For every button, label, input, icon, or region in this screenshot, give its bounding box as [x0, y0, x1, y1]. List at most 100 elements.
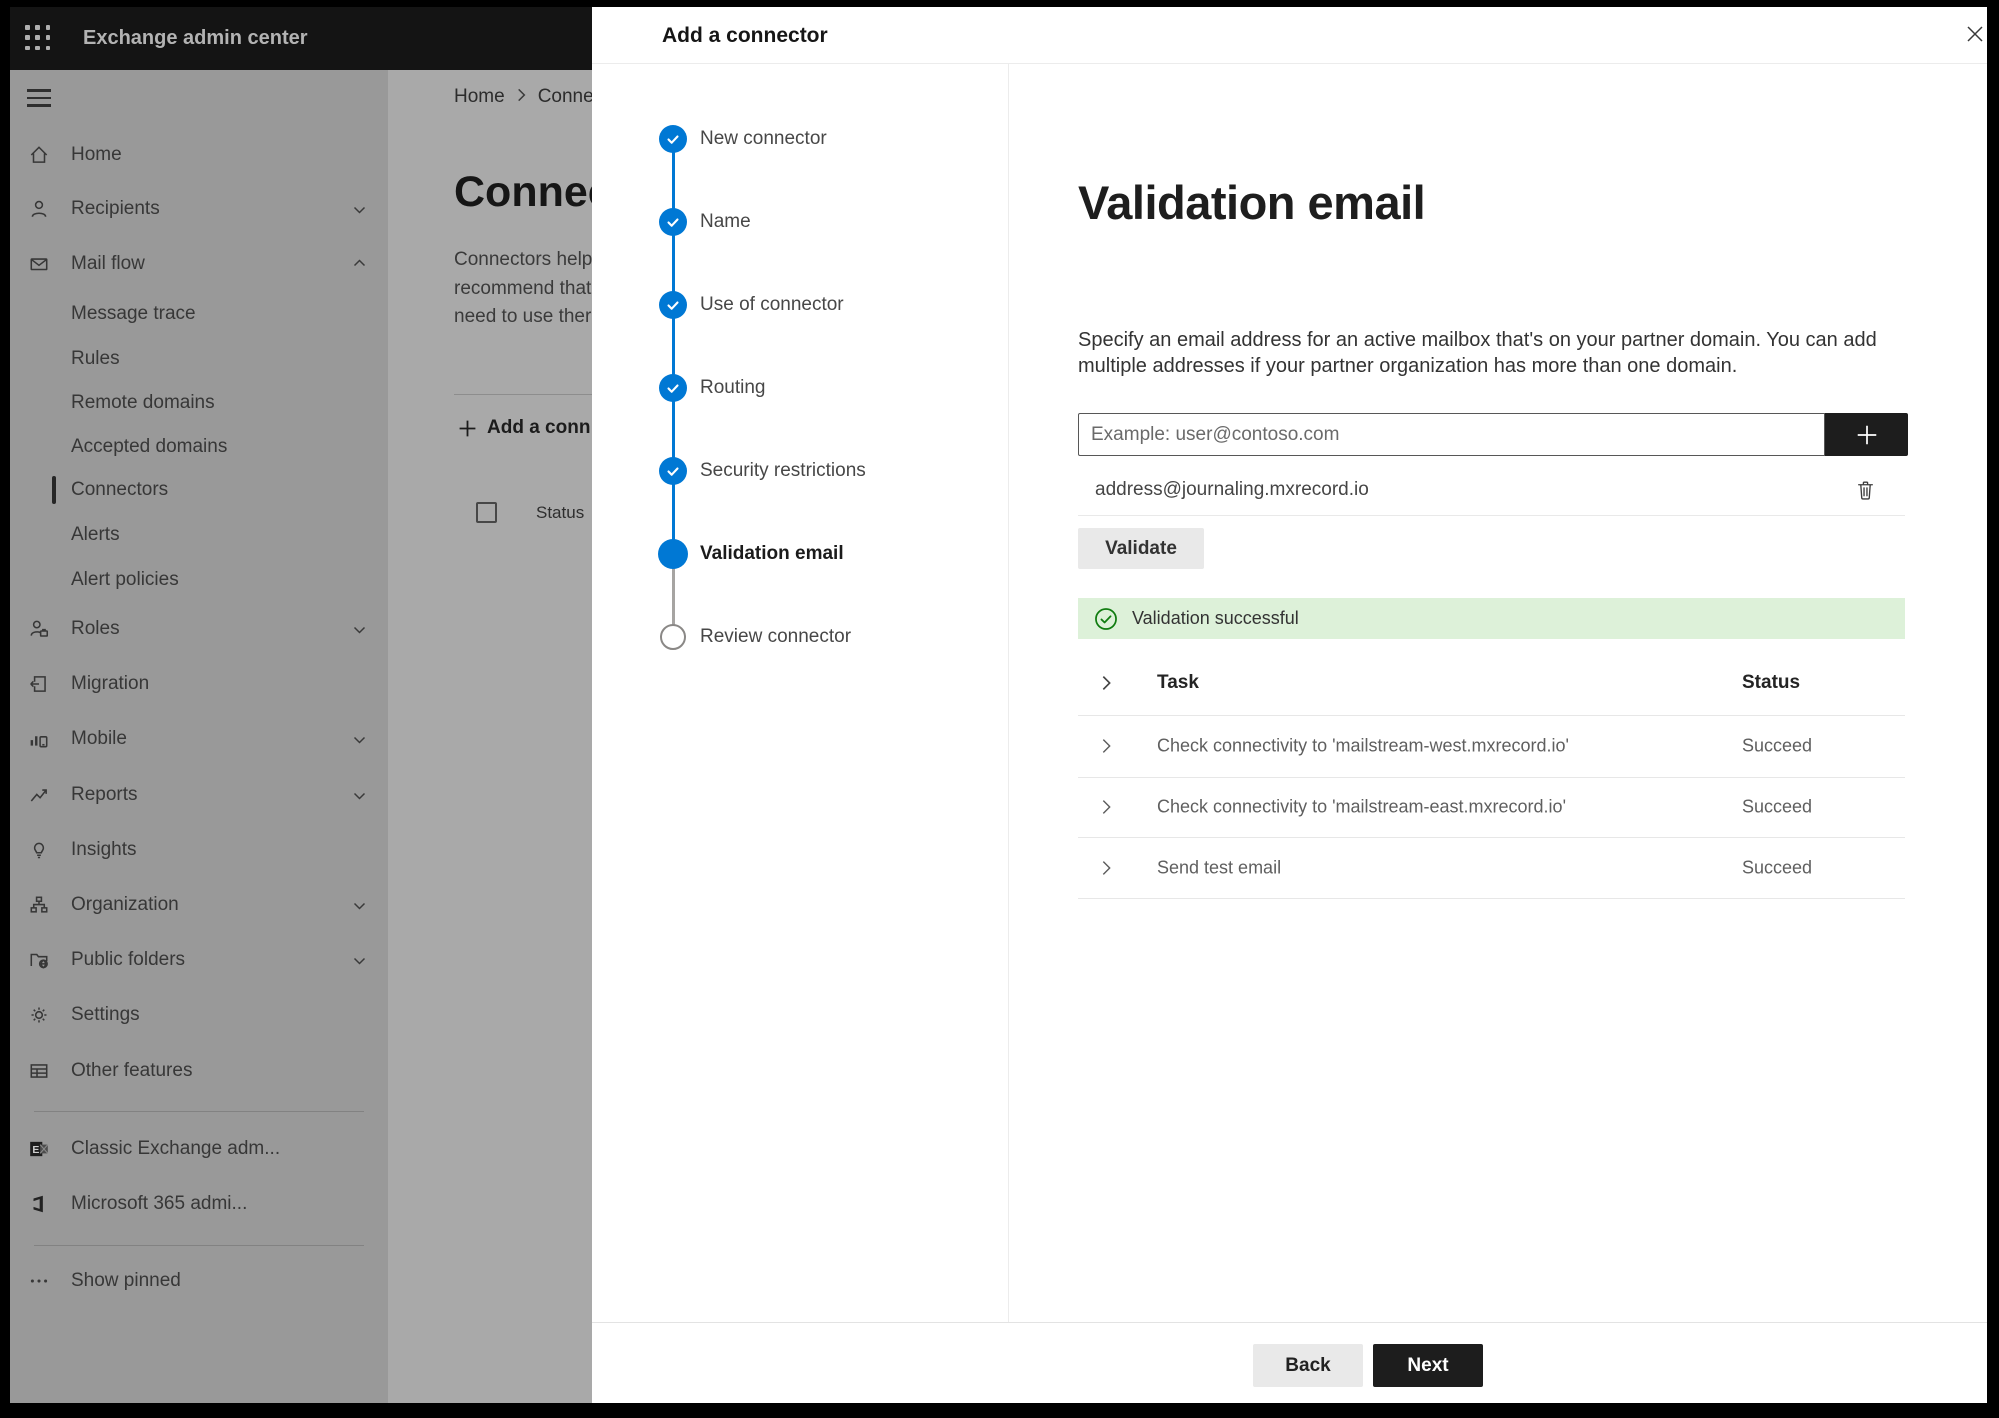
- sidebar-item-settings[interactable]: Settings: [10, 995, 388, 1035]
- sidebar-item-public-folders[interactable]: Public folders: [10, 940, 388, 980]
- ellipsis-icon: [28, 1270, 50, 1292]
- next-button[interactable]: Next: [1373, 1344, 1483, 1387]
- sidebar-item-rules[interactable]: Rules: [10, 339, 388, 379]
- results-table-header: Task Status: [1078, 651, 1905, 715]
- background-page: Home Conne Connec Connectors help recomm…: [388, 70, 592, 1403]
- delete-address-button[interactable]: [1850, 475, 1880, 505]
- table-icon: [28, 1060, 50, 1082]
- folder-globe-icon: [28, 949, 50, 971]
- step-routing[interactable]: Routing: [592, 368, 1008, 408]
- line-chart-icon: [28, 784, 50, 806]
- sidebar-item-alert-policies[interactable]: Alert policies: [10, 560, 388, 600]
- sidebar-item-mail-flow[interactable]: Mail flow: [10, 244, 388, 284]
- step-review-connector[interactable]: Review connector: [592, 617, 1008, 657]
- sidebar-item-home[interactable]: Home: [10, 135, 388, 175]
- back-button[interactable]: Back: [1253, 1344, 1363, 1387]
- sidebar-item-remote-domains[interactable]: Remote domains: [10, 383, 388, 423]
- address-list-divider: [1078, 515, 1905, 516]
- stepper-content-divider: [1008, 64, 1009, 1322]
- chevron-down-icon: [353, 198, 366, 220]
- table-row: Check connectivity to 'mailstream-east.m…: [1078, 777, 1905, 837]
- added-address-text: address@journaling.mxrecord.io: [1095, 479, 1369, 500]
- status-column-header: Status: [1742, 672, 1801, 693]
- envelope-icon: [28, 253, 50, 275]
- breadcrumb-current: Conne: [537, 86, 592, 107]
- sidebar-item-organization[interactable]: Organization: [10, 885, 388, 925]
- svg-text:E: E: [32, 1145, 39, 1156]
- row-status: Succeed: [1742, 735, 1813, 756]
- plus-icon: [1857, 425, 1876, 444]
- breadcrumb: Home Conne: [454, 86, 592, 108]
- bars-phone-icon: [28, 728, 50, 750]
- step-use-of-connector[interactable]: Use of connector: [592, 285, 1008, 325]
- sidebar-item-show-pinned[interactable]: Show pinned: [10, 1261, 388, 1301]
- expand-row-chevron-icon[interactable]: [1101, 738, 1112, 755]
- email-address-input[interactable]: [1078, 413, 1825, 456]
- chevron-down-icon: [353, 894, 366, 916]
- added-address-row: address@journaling.mxrecord.io: [1078, 469, 1905, 511]
- step-name[interactable]: Name: [592, 202, 1008, 242]
- empty-step-icon: [660, 624, 686, 650]
- step-validation-email[interactable]: Validation email: [592, 534, 1008, 574]
- chevron-down-icon: [353, 618, 366, 640]
- sidebar-item-migration[interactable]: Migration: [10, 664, 388, 704]
- step-new-connector[interactable]: New connector: [592, 119, 1008, 159]
- app-launcher-icon[interactable]: [25, 25, 52, 52]
- table-row: Send test email Succeed: [1078, 837, 1905, 898]
- sidebar-item-mobile[interactable]: Mobile: [10, 719, 388, 759]
- add-connector-button[interactable]: Add a conn: [458, 410, 590, 446]
- sidebar-divider: [34, 1245, 364, 1246]
- sidebar-item-alerts[interactable]: Alerts: [10, 515, 388, 555]
- expand-row-chevron-icon[interactable]: [1101, 799, 1112, 816]
- success-check-icon: [1094, 607, 1118, 631]
- app-window: Exchange admin center Home Recipients Ma…: [10, 7, 1987, 1403]
- select-all-checkbox[interactable]: [476, 502, 497, 523]
- sidebar-item-message-trace[interactable]: Message trace: [10, 294, 388, 334]
- left-navigation: Home Recipients Mail flow Message trace …: [10, 70, 388, 1403]
- table-divider: [1078, 898, 1905, 899]
- breadcrumb-home-link[interactable]: Home: [454, 86, 505, 108]
- close-icon: [1967, 26, 1983, 42]
- status-column-header: Status: [536, 503, 585, 522]
- office-logo-icon: [28, 1193, 50, 1215]
- sidebar-item-reports[interactable]: Reports: [10, 775, 388, 815]
- plus-icon: [459, 420, 476, 436]
- task-column-header: Task: [1157, 672, 1199, 693]
- close-button[interactable]: [1960, 19, 1987, 49]
- breadcrumb-chevron-icon: [517, 86, 526, 108]
- sidebar-item-microsoft-365-admin[interactable]: Microsoft 365 admi...: [10, 1184, 388, 1224]
- wizard-page-title: Validation email: [1078, 176, 1426, 229]
- check-circle-icon: [659, 374, 687, 402]
- sidebar-item-connectors[interactable]: Connectors: [10, 470, 388, 510]
- sidebar-item-accepted-domains[interactable]: Accepted domains: [10, 427, 388, 467]
- active-step-icon: [658, 539, 688, 569]
- sidebar-item-recipients[interactable]: Recipients: [10, 189, 388, 229]
- row-status: Succeed: [1742, 796, 1813, 817]
- person-icon: [28, 198, 50, 220]
- step-security-restrictions[interactable]: Security restrictions: [592, 451, 1008, 491]
- flyout-header: Add a connector: [592, 7, 1987, 64]
- chevron-down-icon: [353, 949, 366, 971]
- gear-icon: [28, 1004, 50, 1026]
- sidebar-item-roles[interactable]: Roles: [10, 609, 388, 649]
- sidebar-item-other-features[interactable]: Other features: [10, 1051, 388, 1091]
- page-title: Connec: [454, 168, 592, 216]
- selected-indicator: [52, 476, 56, 504]
- hamburger-menu-icon[interactable]: [27, 89, 51, 109]
- validate-button[interactable]: Validate: [1078, 528, 1204, 569]
- expand-all-chevron-icon[interactable]: [1101, 675, 1112, 692]
- screenshot-root: Exchange admin center Home Recipients Ma…: [0, 0, 1999, 1418]
- table-row: Check connectivity to 'mailstream-west.m…: [1078, 715, 1905, 777]
- check-circle-icon: [659, 208, 687, 236]
- footer-divider: [592, 1322, 1987, 1323]
- chevron-down-icon: [353, 784, 366, 806]
- add-address-button[interactable]: [1825, 413, 1908, 456]
- lightbulb-icon: [28, 839, 50, 861]
- sidebar-item-classic-exchange-admin[interactable]: E Classic Exchange adm...: [10, 1129, 388, 1169]
- chevron-down-icon: [353, 728, 366, 750]
- app-title: Exchange admin center: [83, 27, 308, 49]
- document-arrow-icon: [28, 673, 50, 695]
- sidebar-item-insights[interactable]: Insights: [10, 830, 388, 870]
- expand-row-chevron-icon[interactable]: [1101, 859, 1112, 876]
- sidebar-divider: [34, 1111, 364, 1112]
